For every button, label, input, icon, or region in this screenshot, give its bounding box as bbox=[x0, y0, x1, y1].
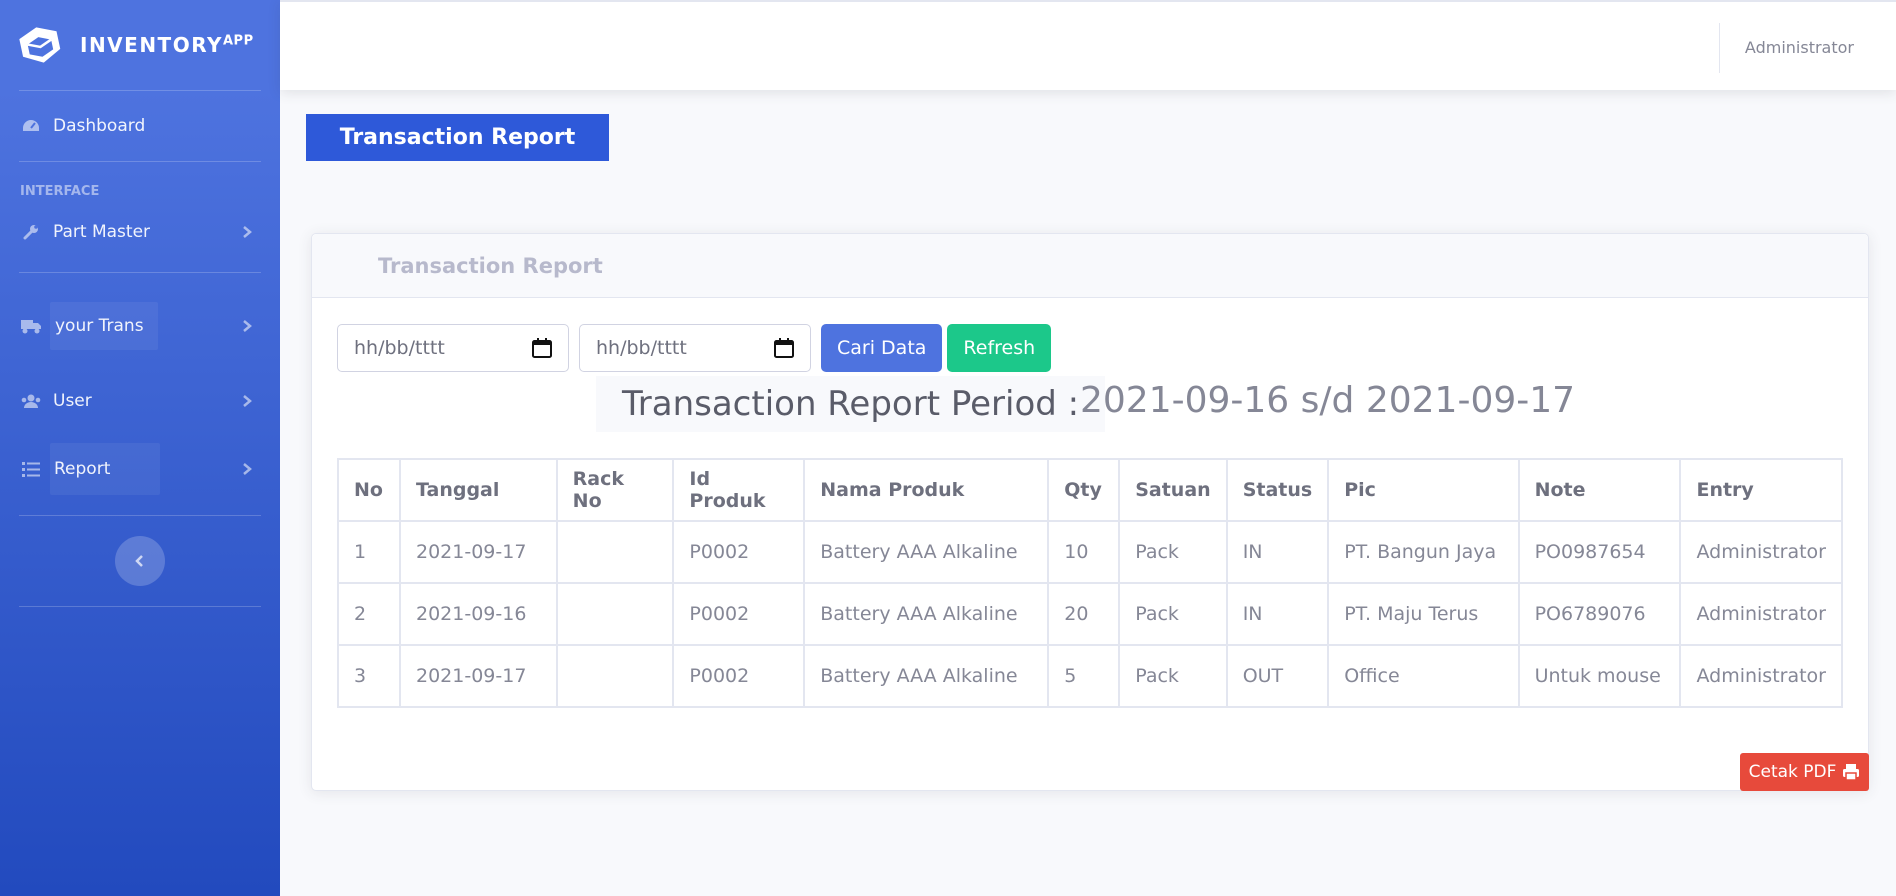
print-icon bbox=[1843, 764, 1860, 781]
chevron-right-icon bbox=[243, 320, 252, 332]
table-cell: P0002 bbox=[672, 520, 806, 584]
chevron-right-icon bbox=[243, 395, 252, 407]
truck-icon bbox=[20, 315, 42, 337]
table-cell: 2021-09-16 bbox=[398, 582, 558, 646]
table-cell: Pack bbox=[1118, 520, 1228, 584]
sidebar-toggle-button[interactable] bbox=[115, 536, 165, 586]
column-header: Satuan bbox=[1118, 458, 1228, 522]
sidebar-item-part-master[interactable]: Part Master bbox=[0, 204, 280, 260]
transaction-table: No Tanggal Rack No Id Produk Nama Produk… bbox=[337, 458, 1843, 708]
filter-bar: hh/bb/tttt hh/bb/tttt Cari Data Refresh bbox=[337, 324, 1052, 372]
card-title: Transaction Report bbox=[312, 234, 1868, 298]
sidebar: INVENTORYAPP Dashboard INTERFACE Part Ma… bbox=[0, 0, 280, 896]
table-cell: IN bbox=[1225, 582, 1330, 646]
table-cell: PO0987654 bbox=[1517, 520, 1682, 584]
table-cell: P0002 bbox=[672, 644, 806, 708]
sidebar-divider bbox=[19, 606, 261, 607]
chevron-right-icon bbox=[243, 463, 252, 475]
date-from-input[interactable]: hh/bb/tttt bbox=[337, 324, 569, 372]
topbar-divider bbox=[1719, 23, 1720, 73]
date-placeholder: hh/bb/tttt bbox=[596, 337, 687, 359]
chevron-left-icon bbox=[135, 555, 143, 567]
table-cell: Administrator bbox=[1679, 582, 1843, 646]
date-to-input[interactable]: hh/bb/tttt bbox=[579, 324, 811, 372]
table-cell: Office bbox=[1327, 644, 1520, 708]
sidebar-item-dashboard[interactable]: Dashboard bbox=[0, 91, 280, 161]
sidebar-item-report[interactable]: Report bbox=[0, 423, 280, 515]
page-title: Transaction Report bbox=[306, 114, 609, 161]
user-menu[interactable]: Administrator bbox=[1745, 38, 1854, 57]
sidebar-item-label: User bbox=[53, 391, 92, 411]
table-cell: P0002 bbox=[672, 582, 806, 646]
table-cell bbox=[555, 520, 675, 584]
table-cell bbox=[555, 644, 675, 708]
sidebar-item-label: your Trans bbox=[50, 302, 158, 350]
brand-name: INVENTORYAPP bbox=[80, 33, 254, 57]
table-cell: Untuk mouse bbox=[1517, 644, 1682, 708]
sidebar-item-transactions[interactable]: your Trans bbox=[0, 273, 280, 379]
table-cell: 10 bbox=[1047, 520, 1121, 584]
list-icon bbox=[20, 458, 42, 480]
column-header: Note bbox=[1517, 458, 1682, 522]
refresh-button[interactable]: Refresh bbox=[947, 324, 1052, 372]
table-cell: 5 bbox=[1047, 644, 1121, 708]
print-pdf-button[interactable]: Cetak PDF bbox=[1740, 753, 1869, 791]
column-header: No bbox=[337, 458, 401, 522]
search-button[interactable]: Cari Data bbox=[821, 324, 943, 372]
table-cell: 1 bbox=[337, 520, 401, 584]
table-row: 1 2021-09-17 P0002 Battery AAA Alkaline … bbox=[337, 520, 1843, 584]
report-card: Transaction Report hh/bb/tttt hh/bb/tttt… bbox=[311, 233, 1869, 791]
table-cell: OUT bbox=[1225, 644, 1330, 708]
chevron-right-icon bbox=[243, 226, 252, 238]
topbar: Administrator bbox=[280, 0, 1896, 90]
column-header: Pic bbox=[1327, 458, 1520, 522]
brand[interactable]: INVENTORYAPP bbox=[0, 0, 280, 90]
table-row: 2 2021-09-16 P0002 Battery AAA Alkaline … bbox=[337, 582, 1843, 646]
period-label: Transaction Report Period : bbox=[596, 376, 1106, 432]
table-cell: 2021-09-17 bbox=[398, 520, 558, 584]
column-header: Status bbox=[1225, 458, 1330, 522]
table-cell: Administrator bbox=[1679, 520, 1843, 584]
sidebar-item-label: Part Master bbox=[53, 222, 151, 242]
column-header: Nama Produk bbox=[803, 458, 1050, 522]
table-cell: PT. Maju Terus bbox=[1327, 582, 1520, 646]
sidebar-heading: INTERFACE bbox=[20, 184, 100, 199]
users-icon bbox=[20, 390, 42, 412]
column-header: Rack No bbox=[555, 458, 675, 522]
sidebar-item-label: Report bbox=[50, 443, 161, 495]
table-cell: Battery AAA Alkaline bbox=[803, 520, 1050, 584]
column-header: Entry bbox=[1679, 458, 1843, 522]
column-header: Tanggal bbox=[398, 458, 558, 522]
column-header: Qty bbox=[1047, 458, 1121, 522]
column-header: Id Produk bbox=[672, 458, 806, 522]
sidebar-item-user[interactable]: User bbox=[0, 379, 280, 423]
table-cell bbox=[555, 582, 675, 646]
calendar-icon[interactable] bbox=[774, 338, 794, 358]
period-value: 2021-09-16 s/d 2021-09-17 bbox=[1080, 380, 1576, 421]
sidebar-item-label: Dashboard bbox=[53, 116, 146, 136]
table-row: 3 2021-09-17 P0002 Battery AAA Alkaline … bbox=[337, 644, 1843, 708]
table-cell: Pack bbox=[1118, 582, 1228, 646]
box-logo-icon bbox=[19, 27, 61, 63]
table-cell: Battery AAA Alkaline bbox=[803, 644, 1050, 708]
table-cell: Pack bbox=[1118, 644, 1228, 708]
table-cell: 20 bbox=[1047, 582, 1121, 646]
table-cell: IN bbox=[1225, 520, 1330, 584]
print-pdf-label: Cetak PDF bbox=[1748, 762, 1837, 782]
table-cell: 3 bbox=[337, 644, 401, 708]
table-header-row: No Tanggal Rack No Id Produk Nama Produk… bbox=[337, 458, 1843, 522]
table-cell: PO6789076 bbox=[1517, 582, 1682, 646]
tachometer-icon bbox=[20, 115, 42, 137]
calendar-icon[interactable] bbox=[532, 338, 552, 358]
table-cell: Administrator bbox=[1679, 644, 1843, 708]
table-cell: 2 bbox=[337, 582, 401, 646]
table-cell: PT. Bangun Jaya bbox=[1327, 520, 1520, 584]
table-cell: 2021-09-17 bbox=[398, 644, 558, 708]
date-placeholder: hh/bb/tttt bbox=[354, 337, 445, 359]
wrench-icon bbox=[20, 221, 42, 243]
sidebar-divider bbox=[19, 515, 261, 516]
table-cell: Battery AAA Alkaline bbox=[803, 582, 1050, 646]
